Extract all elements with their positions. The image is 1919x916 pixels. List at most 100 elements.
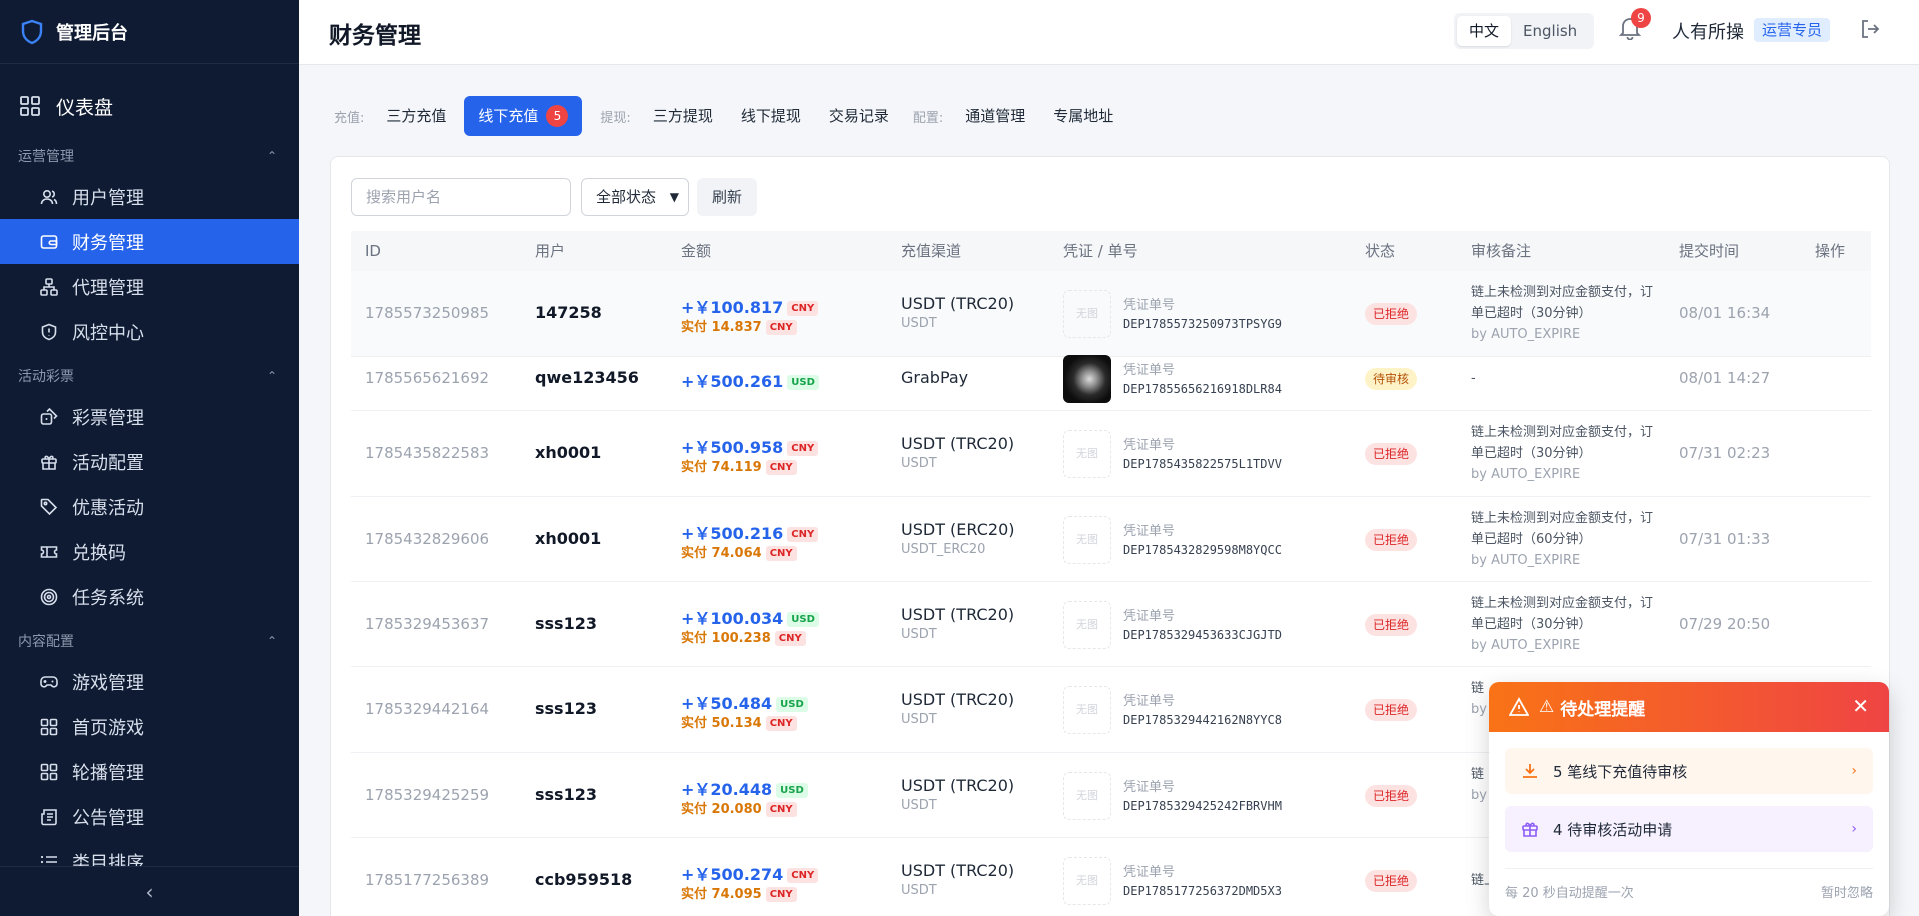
tab-third-recharge[interactable]: 三方充值 [376,96,456,136]
sidebar-collapse-button[interactable]: ‹ [0,866,299,916]
popup-title-prefix-icon: ⚠ [1539,697,1555,717]
cell-note: 链上未检测到对应金额支付，订单已超时（60分钟） by AUTO_EXPIRE [1471,508,1661,571]
logout-icon[interactable] [1859,18,1881,40]
sidebar-item-dashboard[interactable]: 仪表盘 [0,78,299,134]
note-by: by AUTO_EXPIRE [1471,552,1581,568]
cell-user[interactable]: xh0001 [535,443,601,462]
cell-note: 链上未检测到对应金额支付，订单已超时（30分钟） by AUTO_EXPIRE [1471,422,1661,485]
sidebar-section-ops[interactable]: 运营管理 ⌃ [0,138,299,174]
cell-channel: USDT (TRC20) [901,775,1015,795]
amount-value: +￥100.817 [681,298,784,317]
cell-channel-sub: USDT [901,797,937,813]
note-by: by AUTO_EXPIRE [1471,327,1581,342]
cell-channel: USDT (TRC20) [901,690,1015,709]
currency-badge: CNY [787,868,819,883]
sidebar-item-finance[interactable]: 财务管理 [0,219,299,264]
cell-amount: +￥100.817 CNY [681,294,819,318]
status-badge: 已拒绝 [1365,528,1418,551]
currency-badge: USD [776,782,808,798]
sidebar-item-agents[interactable]: 代理管理 [0,264,299,309]
cell-user[interactable]: sss123 [535,614,597,633]
voucher-thumbnail: 无图 [1063,290,1111,338]
tab-offline-withdraw[interactable]: 线下提现 [731,96,811,136]
col-user: 用户 [535,242,566,260]
sidebar-item-banners[interactable]: 轮播管理 [0,749,299,794]
dashboard-icon [20,96,40,116]
amount-value: +￥500.274 [681,865,784,884]
search-input[interactable]: 搜索用户名 [351,178,571,216]
voucher-thumbnail: 无图 [1063,430,1111,478]
select-value: 全部状态 [596,188,657,206]
sidebar-section-activities[interactable]: 活动彩票 ⌃ [0,358,299,394]
cell-user[interactable]: sss123 [535,785,597,804]
sidebar-item-redeem-codes[interactable]: 兑换码 [0,529,299,574]
sidebar-item-tasks[interactable]: 任务系统 [0,574,299,619]
cell-id: 1785329453637 [365,614,490,633]
dismiss-link[interactable]: 暂时忽略 [1821,882,1873,901]
cell-time: 07/31 02:23 [1679,444,1771,462]
amount-value: +￥20.448 [681,779,773,799]
currency-badge: CNY [765,801,797,817]
tab-third-withdraw[interactable]: 三方提现 [643,96,723,136]
tab-count-badge: 5 [546,105,569,127]
cell-channel: USDT (TRC20) [901,861,1015,880]
sidebar-item-games[interactable]: 游戏管理 [0,659,299,704]
cell-user[interactable]: 147258 [535,303,602,322]
paid-value: 实付 20.080 [681,801,762,817]
paid-value: 实付 74.064 [681,545,762,561]
sidebar: 管理后台 仪表盘 运营管理 ⌃ 用户管理 财务管理 代理管理 风控中心 活动彩票 ⌃… [0,0,299,916]
currency-badge: CNY [765,545,797,561]
amount-value: +￥500.958 [681,438,784,457]
table-row[interactable]: 1785435822583 xh0001 +￥500.958 CNY 实付 74.119… [351,411,1871,497]
cell-id: 1785565621692 [365,369,490,387]
cell-time: 08/01 16:34 [1679,304,1771,322]
voucher-image[interactable] [1063,355,1111,403]
cell-amount: +￥50.484 USD [681,690,808,714]
table-row[interactable]: 1785432829606 xh0001 +￥500.216 CNY 实付 74.064… [351,497,1871,582]
cell-user[interactable]: sss123 [535,699,597,718]
sidebar-item-home-games[interactable]: 首页游戏 [0,704,299,749]
cell-user[interactable]: qwe123456 [535,368,639,387]
tab-transactions[interactable]: 交易记录 [819,96,899,136]
sidebar-item-activity-config[interactable]: 活动配置 [0,439,299,484]
tab-exclusive-address[interactable]: 专属地址 [1043,96,1123,136]
status-badge: 已拒绝 [1365,784,1418,807]
status-select[interactable]: 全部状态 ▼ [581,178,689,216]
sidebar-item-risk[interactable]: 风控中心 [0,309,299,354]
popup-item-offline-recharge[interactable]: 5 笔线下充值待审核 › [1505,748,1873,794]
table-row[interactable]: 1785565621692 qwe123456 +￥500.261 USD GrabPa… [351,347,1871,411]
sidebar-item-users[interactable]: 用户管理 [0,174,299,219]
app-title: 管理后台 [56,22,128,44]
cell-time: 07/31 01:33 [1679,529,1771,548]
sidebar-item-lottery[interactable]: 彩票管理 [0,394,299,439]
paid-value: 实付 100.238 [681,630,771,646]
table-row[interactable]: 1785573250985 147258 +￥100.817 CNY 实付 14.837… [351,271,1871,357]
cell-paid: 实付 20.080 CNY [681,798,797,817]
cell-user[interactable]: ccb959518 [535,870,632,889]
cell-channel-sub: USDT [901,456,937,471]
tab-offline-recharge[interactable]: 线下充值 5 [464,96,583,136]
cell-user[interactable]: xh0001 [535,529,601,548]
popup-item-activity-applications[interactable]: 4 待审核活动申请 › [1505,806,1873,852]
chevron-down-icon: ▼ [669,190,679,204]
role-badge: 运营专员 [1754,18,1831,42]
sidebar-section-content[interactable]: 内容配置 ⌃ [0,623,299,659]
lang-zh-button[interactable]: 中文 [1457,16,1512,46]
ticket-icon [40,545,58,558]
lang-en-button[interactable]: English [1511,16,1589,46]
cell-note: - [1471,368,1661,389]
cell-id: 1785177256389 [365,871,490,889]
close-icon[interactable]: ✕ [1852,694,1869,718]
status-badge: 已拒绝 [1365,613,1418,636]
sidebar-item-promotions[interactable]: 优惠活动 [0,484,299,529]
chevron-right-icon: › [1851,763,1857,779]
sidebar-item-label: 风控中心 [72,322,144,344]
cell-paid: 实付 74.064 CNY [681,542,797,561]
tab-channels[interactable]: 通道管理 [955,96,1035,136]
table-row[interactable]: 1785329453637 sss123 +￥100.034 USD 实付 100.23… [351,582,1871,667]
user-name[interactable]: 人有所操 [1672,18,1744,44]
refresh-button[interactable]: 刷新 [697,178,757,216]
section-label: 运营管理 [18,149,74,165]
sidebar-item-announcements[interactable]: 公告管理 [0,794,299,839]
cell-id: 1785329442164 [365,700,490,718]
